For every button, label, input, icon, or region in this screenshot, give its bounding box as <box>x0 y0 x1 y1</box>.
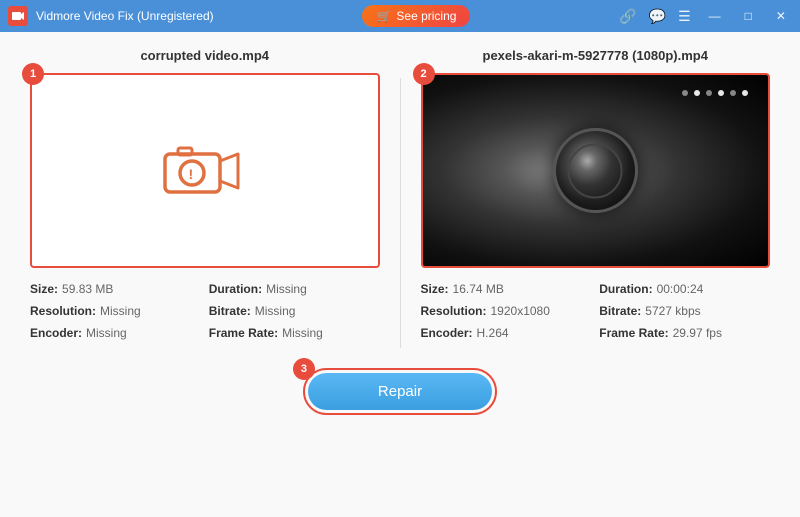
lens-dots <box>682 90 748 96</box>
left-encoder-value: Missing <box>86 326 127 340</box>
left-panel-title: corrupted video.mp4 <box>140 48 269 63</box>
right-duration-cell: Duration: 00:00:24 <box>599 282 770 296</box>
left-duration-value: Missing <box>266 282 307 296</box>
left-video-box[interactable]: ! <box>30 73 380 268</box>
left-framerate-label: Frame Rate: <box>209 326 278 340</box>
right-bitrate-value: 5727 kbps <box>645 304 700 318</box>
right-framerate-value: 29.97 fps <box>673 326 722 340</box>
app-title: Vidmore Video Fix (Unregistered) <box>36 9 214 23</box>
lens-dot-5 <box>730 90 736 96</box>
right-info-row-3: Encoder: H.264 Frame Rate: 29.97 fps <box>421 326 771 340</box>
right-duration-value: 00:00:24 <box>657 282 704 296</box>
left-panel: corrupted video.mp4 1 ! <box>30 48 380 348</box>
right-resolution-value: 1920x1080 <box>491 304 550 318</box>
left-info-row-1: Size: 59.83 MB Duration: Missing <box>30 282 380 296</box>
lens-dot-4 <box>718 90 724 96</box>
left-badge-container: 1 ! <box>30 73 380 268</box>
title-bar: Vidmore Video Fix (Unregistered) 🛒 See p… <box>0 0 800 32</box>
left-bitrate-label: Bitrate: <box>209 304 251 318</box>
right-resolution-label: Resolution: <box>421 304 487 318</box>
see-pricing-label: See pricing <box>396 9 456 23</box>
left-duration-cell: Duration: Missing <box>209 282 380 296</box>
right-encoder-label: Encoder: <box>421 326 473 340</box>
link-icon[interactable]: 🔗 <box>619 8 636 25</box>
right-framerate-label: Frame Rate: <box>599 326 668 340</box>
left-info-table: Size: 59.83 MB Duration: Missing Resolut… <box>30 282 380 348</box>
right-panel-title: pexels-akari-m-5927778 (1080p).mp4 <box>483 48 708 63</box>
left-size-label: Size: <box>30 282 58 296</box>
right-resolution-cell: Resolution: 1920x1080 <box>421 304 592 318</box>
left-encoder-cell: Encoder: Missing <box>30 326 201 340</box>
left-size-value: 59.83 MB <box>62 282 113 296</box>
left-encoder-label: Encoder: <box>30 326 82 340</box>
repair-badge: 3 <box>293 358 315 380</box>
left-framerate-value: Missing <box>282 326 323 340</box>
lens-dot-2 <box>694 90 700 96</box>
app-logo <box>8 6 28 26</box>
right-info-row-2: Resolution: 1920x1080 Bitrate: 5727 kbps <box>421 304 771 318</box>
right-framerate-cell: Frame Rate: 29.97 fps <box>599 326 770 340</box>
left-resolution-cell: Resolution: Missing <box>30 304 201 318</box>
title-bar-left: Vidmore Video Fix (Unregistered) <box>8 6 214 26</box>
left-resolution-value: Missing <box>100 304 141 318</box>
repair-button-outer: Repair <box>303 368 497 415</box>
left-resolution-label: Resolution: <box>30 304 96 318</box>
svg-text:!: ! <box>188 166 193 182</box>
panels-row: corrupted video.mp4 1 ! <box>30 48 770 348</box>
title-bar-right: 🔗 💬 ☰ — □ ✕ <box>619 7 792 25</box>
repair-button[interactable]: Repair <box>308 373 492 410</box>
left-bitrate-cell: Bitrate: Missing <box>209 304 380 318</box>
left-framerate-cell: Frame Rate: Missing <box>209 326 380 340</box>
left-badge: 1 <box>22 63 44 85</box>
cart-icon: 🛒 <box>376 9 391 23</box>
repair-badge-wrap: 3 Repair <box>303 368 497 415</box>
menu-icon[interactable]: ☰ <box>678 8 691 25</box>
right-info-row-1: Size: 16.74 MB Duration: 00:00:24 <box>421 282 771 296</box>
lens-dot-1 <box>682 90 688 96</box>
right-size-cell: Size: 16.74 MB <box>421 282 592 296</box>
right-info-table: Size: 16.74 MB Duration: 00:00:24 Resolu… <box>421 282 771 348</box>
right-video-box[interactable] <box>421 73 771 268</box>
right-badge: 2 <box>413 63 435 85</box>
right-panel: pexels-akari-m-5927778 (1080p).mp4 2 <box>421 48 771 348</box>
right-size-label: Size: <box>421 282 449 296</box>
left-size-cell: Size: 59.83 MB <box>30 282 201 296</box>
close-button[interactable]: ✕ <box>770 7 792 25</box>
main-content: corrupted video.mp4 1 ! <box>0 32 800 517</box>
right-size-value: 16.74 MB <box>453 282 504 296</box>
reference-video-thumbnail <box>423 75 769 266</box>
right-duration-label: Duration: <box>599 282 652 296</box>
see-pricing-button[interactable]: 🛒 See pricing <box>362 5 470 27</box>
right-encoder-value: H.264 <box>477 326 509 340</box>
left-info-row-3: Encoder: Missing Frame Rate: Missing <box>30 326 380 340</box>
right-bitrate-label: Bitrate: <box>599 304 641 318</box>
right-badge-container: 2 <box>421 73 771 268</box>
maximize-button[interactable]: □ <box>739 7 758 25</box>
corrupted-video-icon: ! <box>160 136 250 206</box>
title-bar-center: 🛒 See pricing <box>362 5 470 27</box>
left-duration-label: Duration: <box>209 282 262 296</box>
lens-dot-3 <box>706 90 712 96</box>
right-encoder-cell: Encoder: H.264 <box>421 326 592 340</box>
lens-center <box>553 128 638 213</box>
lens-dot-6 <box>742 90 748 96</box>
minimize-button[interactable]: — <box>703 7 727 25</box>
left-bitrate-value: Missing <box>255 304 296 318</box>
left-info-row-2: Resolution: Missing Bitrate: Missing <box>30 304 380 318</box>
right-bitrate-cell: Bitrate: 5727 kbps <box>599 304 770 318</box>
chat-icon[interactable]: 💬 <box>649 8 666 25</box>
bottom-area: 3 Repair <box>303 368 497 415</box>
vertical-divider <box>400 78 401 348</box>
lens-inner <box>568 143 623 198</box>
